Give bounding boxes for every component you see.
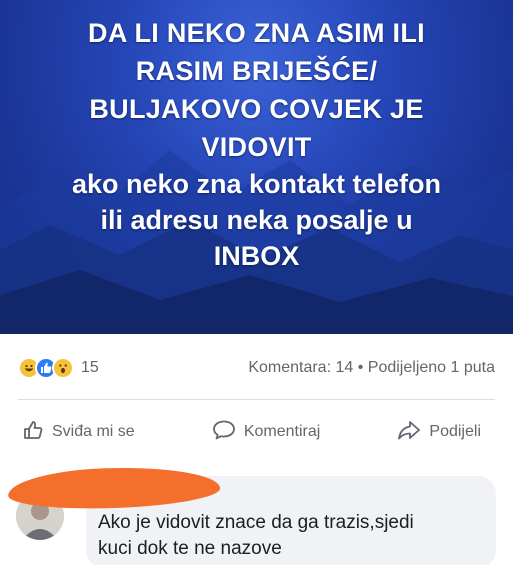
wow-icon [52, 357, 74, 379]
thumbs-up-icon [22, 419, 44, 446]
post-text-line: DA LI NEKO ZNA ASIM ILI [88, 18, 425, 48]
post-text-line: VIDOVIT [201, 132, 312, 162]
comment-text: Ako je vidovit znace da ga trazis,sjedi … [98, 510, 498, 562]
share-button[interactable]: Podijeli [397, 419, 481, 446]
comment-text-line: Ako je vidovit znace da ga trazis,sjedi [98, 512, 414, 533]
comment-text-line: kuci dok te ne nazove [98, 538, 282, 559]
comment-button[interactable]: Komentiraj [212, 419, 320, 446]
comment-count: Komentara: 14 [248, 359, 354, 376]
post-text-line: INBOX [213, 241, 300, 271]
divider [18, 399, 495, 400]
share-arrow-icon [397, 419, 421, 446]
share-label: Podijeli [429, 423, 481, 440]
post-actions: Sviđa mi se Komentiraj Podijeli [0, 412, 513, 452]
comment: Ako je vidovit znace da ga trazis,sjedi … [0, 464, 513, 565]
share-count: Podijeljeno 1 puta [367, 359, 495, 376]
like-button[interactable]: Sviđa mi se [22, 419, 135, 446]
comment-share-counts[interactable]: Komentara: 14 • Podijeljeno 1 puta [248, 359, 495, 377]
post-text-line: BULJAKOVO COVJEK JE [89, 94, 424, 124]
comment-label: Komentiraj [243, 423, 321, 440]
post-image[interactable]: DA LI NEKO ZNA ASIM ILI RASIM BRIJEŠĆE/ … [0, 0, 513, 334]
post-text-line: ako neko zna kontakt telefon [71, 169, 442, 199]
separator-dot: • [357, 359, 364, 376]
reaction-count: 15 [81, 359, 99, 376]
post-text-line: ili adresu neka posalje u [100, 205, 413, 235]
like-label: Sviđa mi se [52, 423, 135, 440]
reactions-summary[interactable]: 15 [18, 357, 99, 379]
post-stats: 15 Komentara: 14 • Podijeljeno 1 puta [0, 350, 513, 386]
post-text-line: RASIM BRIJEŠĆE/ [135, 56, 378, 86]
post-text: DA LI NEKO ZNA ASIM ILI RASIM BRIJEŠĆE/ … [0, 14, 513, 274]
comment-bubble-icon [212, 419, 236, 446]
